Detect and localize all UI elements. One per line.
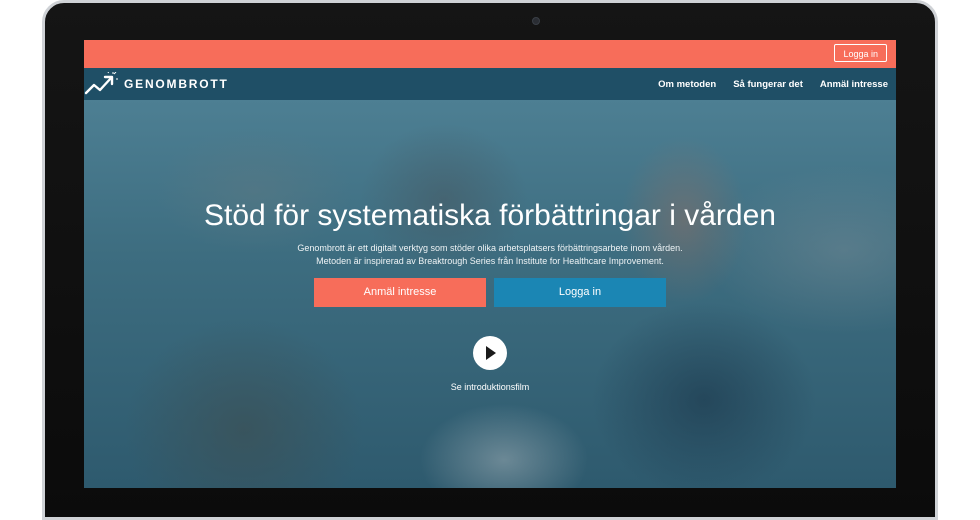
play-button[interactable]: [473, 336, 507, 370]
intro-film-link[interactable]: Se introduktionsfilm: [384, 382, 596, 392]
nav-item-anmal-intresse[interactable]: Anmäl intresse: [820, 79, 888, 90]
login-button[interactable]: Logga in: [494, 278, 666, 307]
growth-arrow-icon: [84, 72, 118, 96]
nav-item-sa-fungerar-det[interactable]: Så fungerar det: [733, 79, 803, 90]
hero-section: Stöd för systematiska förbättringar i vå…: [84, 100, 896, 488]
nav-links: Om metoden Så fungerar det Anmäl intress…: [641, 68, 888, 100]
hero-description: Genombrott är ett digitalt verktyg som s…: [297, 243, 683, 266]
top-login-button[interactable]: Logga in: [834, 44, 887, 62]
camera-icon: [532, 17, 540, 25]
top-bar: Logga in: [84, 40, 896, 68]
brand-name: GENOMBROTT: [124, 77, 229, 91]
register-interest-button[interactable]: Anmäl intresse: [314, 278, 486, 307]
browser-screen: Logga in GENOMBROTT Om metoden Så funger…: [84, 40, 896, 488]
hero-title: Stöd för systematiska förbättringar i vå…: [204, 199, 776, 232]
play-icon: [486, 346, 496, 360]
navigation-bar: GENOMBROTT Om metoden Så fungerar det An…: [84, 68, 896, 100]
nav-item-om-metoden[interactable]: Om metoden: [658, 79, 716, 90]
logo[interactable]: GENOMBROTT: [84, 72, 229, 96]
